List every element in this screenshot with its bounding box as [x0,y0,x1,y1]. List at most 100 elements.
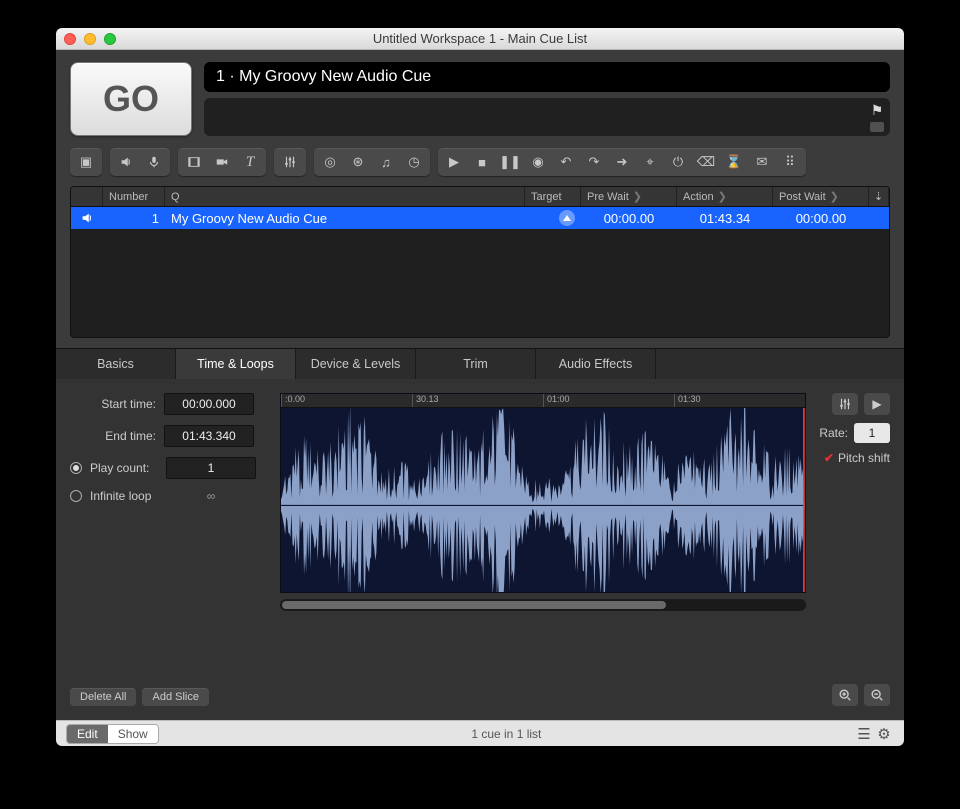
inspector: Basics Time & Loops Device & Levels Trim… [56,348,904,720]
trash-icon[interactable]: ⌫ [693,151,719,173]
text-icon[interactable]: T [237,151,263,173]
toolbar-group-2 [110,148,170,176]
zoom-out-button[interactable] [864,684,890,706]
tab-audio-effects[interactable]: Audio Effects [536,349,656,379]
target-indicator-icon[interactable] [559,210,575,226]
status-bar: Edit Show 1 cue in 1 list ☰ ⚙ [56,720,904,746]
skip-icon[interactable]: ➜ [609,151,635,173]
cue-prewait: 00:00.00 [581,207,677,229]
cue-name: My Groovy New Audio Cue [165,207,525,229]
infinity-icon: ∞ [166,489,256,503]
checkmark-icon: ✔ [824,451,834,465]
grid-icon[interactable]: ⠿ [777,151,803,173]
integrated-levels-button[interactable] [832,393,858,415]
preview-play-button[interactable]: ▶ [864,393,890,415]
zoom-in-button[interactable] [832,684,858,706]
pitch-shift-label: Pitch shift [838,451,890,465]
cue-type-audio-icon [71,207,103,229]
go-button[interactable]: GO [70,62,192,136]
chat-icon[interactable]: ✉ [749,151,775,173]
cue-list-body[interactable]: 1 My Groovy New Audio Cue 00:00.00 01:43… [71,207,889,337]
cue-list: Number Q Target Pre Wait❯ Action❯ Post W… [70,186,890,338]
chevron-right-icon: ❯ [633,190,642,203]
waveform-view[interactable]: :0.00 30.13 01:00 01:30 [280,393,806,593]
start-time-field[interactable]: 00:00.000 [164,393,254,415]
play-count-label: Play count: [90,461,158,475]
toolbar-group-1: ▣ [70,148,102,176]
show-mode-button[interactable]: Show [108,725,158,743]
play-count-radio[interactable] [70,462,82,474]
tab-basics[interactable]: Basics [56,349,176,379]
cue-icon[interactable]: ⌖ [637,151,663,173]
header-row: GO 1 · My Groovy New Audio Cue ⚑ [56,50,904,144]
status-text: 1 cue in 1 list [159,727,854,741]
record-icon[interactable]: ◉ [525,151,551,173]
cue-header: 1 · My Groovy New Audio Cue ⚑ [204,62,890,136]
flag-color-box[interactable] [870,122,884,132]
chevron-right-icon: ❯ [830,190,839,203]
pause-icon[interactable]: ❚❚ [497,151,523,173]
start-time-label: Start time: [70,397,156,411]
tab-trim[interactable]: Trim [416,349,536,379]
end-time-field[interactable]: 01:43.340 [164,425,254,447]
col-number[interactable]: Number [103,187,165,206]
waveform-icon [281,408,805,593]
rate-label: Rate: [819,426,848,440]
power-icon[interactable]: ⏻ [665,151,691,173]
toolbar-group-3: T [178,148,266,176]
ruler-mark: 01:00 [543,394,674,407]
music-icon[interactable]: ♫ [373,151,399,173]
play-count-field[interactable]: 1 [166,457,256,479]
inspector-tabs: Basics Time & Loops Device & Levels Trim… [56,349,904,379]
waveform-controls: ▶ Rate: 1 ✔ Pitch shift [820,393,890,706]
cue-number: 1 [103,207,165,229]
col-action[interactable]: Action❯ [677,187,773,206]
settings-gear-icon[interactable]: ⚙ [874,725,894,743]
rate-field[interactable]: 1 [854,423,890,443]
stop-all-icon[interactable]: ▣ [73,151,99,173]
waveform-scrollbar[interactable] [280,599,806,611]
redo-icon[interactable]: ↷ [581,151,607,173]
timer-icon[interactable]: ◷ [401,151,427,173]
undo-icon[interactable]: ↶ [553,151,579,173]
hourglass-icon[interactable]: ⌛ [721,151,747,173]
col-prewait[interactable]: Pre Wait❯ [581,187,677,206]
target-icon[interactable]: ◎ [317,151,343,173]
edit-show-toggle: Edit Show [66,724,159,744]
cue-list-header: Number Q Target Pre Wait❯ Action❯ Post W… [71,187,889,207]
tab-device-levels[interactable]: Device & Levels [296,349,416,379]
col-target[interactable]: Target [525,187,581,206]
tab-time-loops[interactable]: Time & Loops [176,349,296,379]
toolbar-group-4 [274,148,306,176]
selected-cue-name[interactable]: 1 · My Groovy New Audio Cue [204,62,890,92]
ruler-mark: 30.13 [412,394,543,407]
cue-postwait: 00:00.00 [773,207,869,229]
globe-icon[interactable]: ⊛ [345,151,371,173]
mic-icon[interactable] [141,151,167,173]
camera-icon[interactable] [209,151,235,173]
pitch-shift-checkbox[interactable]: ✔ Pitch shift [824,451,890,465]
video-icon[interactable] [181,151,207,173]
col-postwait[interactable]: Post Wait❯ [773,187,869,206]
window-title: Untitled Workspace 1 - Main Cue List [56,31,904,46]
toolbar-group-6: ▶ ■ ❚❚ ◉ ↶ ↷ ➜ ⌖ ⏻ ⌫ ⌛ ✉ ⠿ [438,148,806,176]
col-q[interactable]: Q [165,187,525,206]
waveform-area: :0.00 30.13 01:00 01:30 [280,393,806,706]
edit-mode-button[interactable]: Edit [67,725,108,743]
delete-all-button[interactable]: Delete All [70,688,136,706]
levels-icon[interactable] [277,151,303,173]
cue-lists-icon[interactable]: ☰ [854,725,874,743]
inspector-body: Start time: 00:00.000 End time: 01:43.34… [56,379,904,720]
time-fields: Start time: 00:00.000 End time: 01:43.34… [70,393,266,706]
audio-icon[interactable] [113,151,139,173]
scrollbar-thumb[interactable] [282,601,666,609]
add-slice-button[interactable]: Add Slice [142,688,208,706]
stop-icon[interactable]: ■ [469,151,495,173]
infinite-loop-radio[interactable] [70,490,82,502]
cue-row[interactable]: 1 My Groovy New Audio Cue 00:00.00 01:43… [71,207,889,229]
cue-notes-field[interactable]: ⚑ [204,98,890,136]
col-continue[interactable]: ⇣ [869,187,889,206]
flag-icon[interactable]: ⚑ [871,102,884,119]
time-ruler[interactable]: :0.00 30.13 01:00 01:30 [281,394,805,408]
play-icon[interactable]: ▶ [441,151,467,173]
